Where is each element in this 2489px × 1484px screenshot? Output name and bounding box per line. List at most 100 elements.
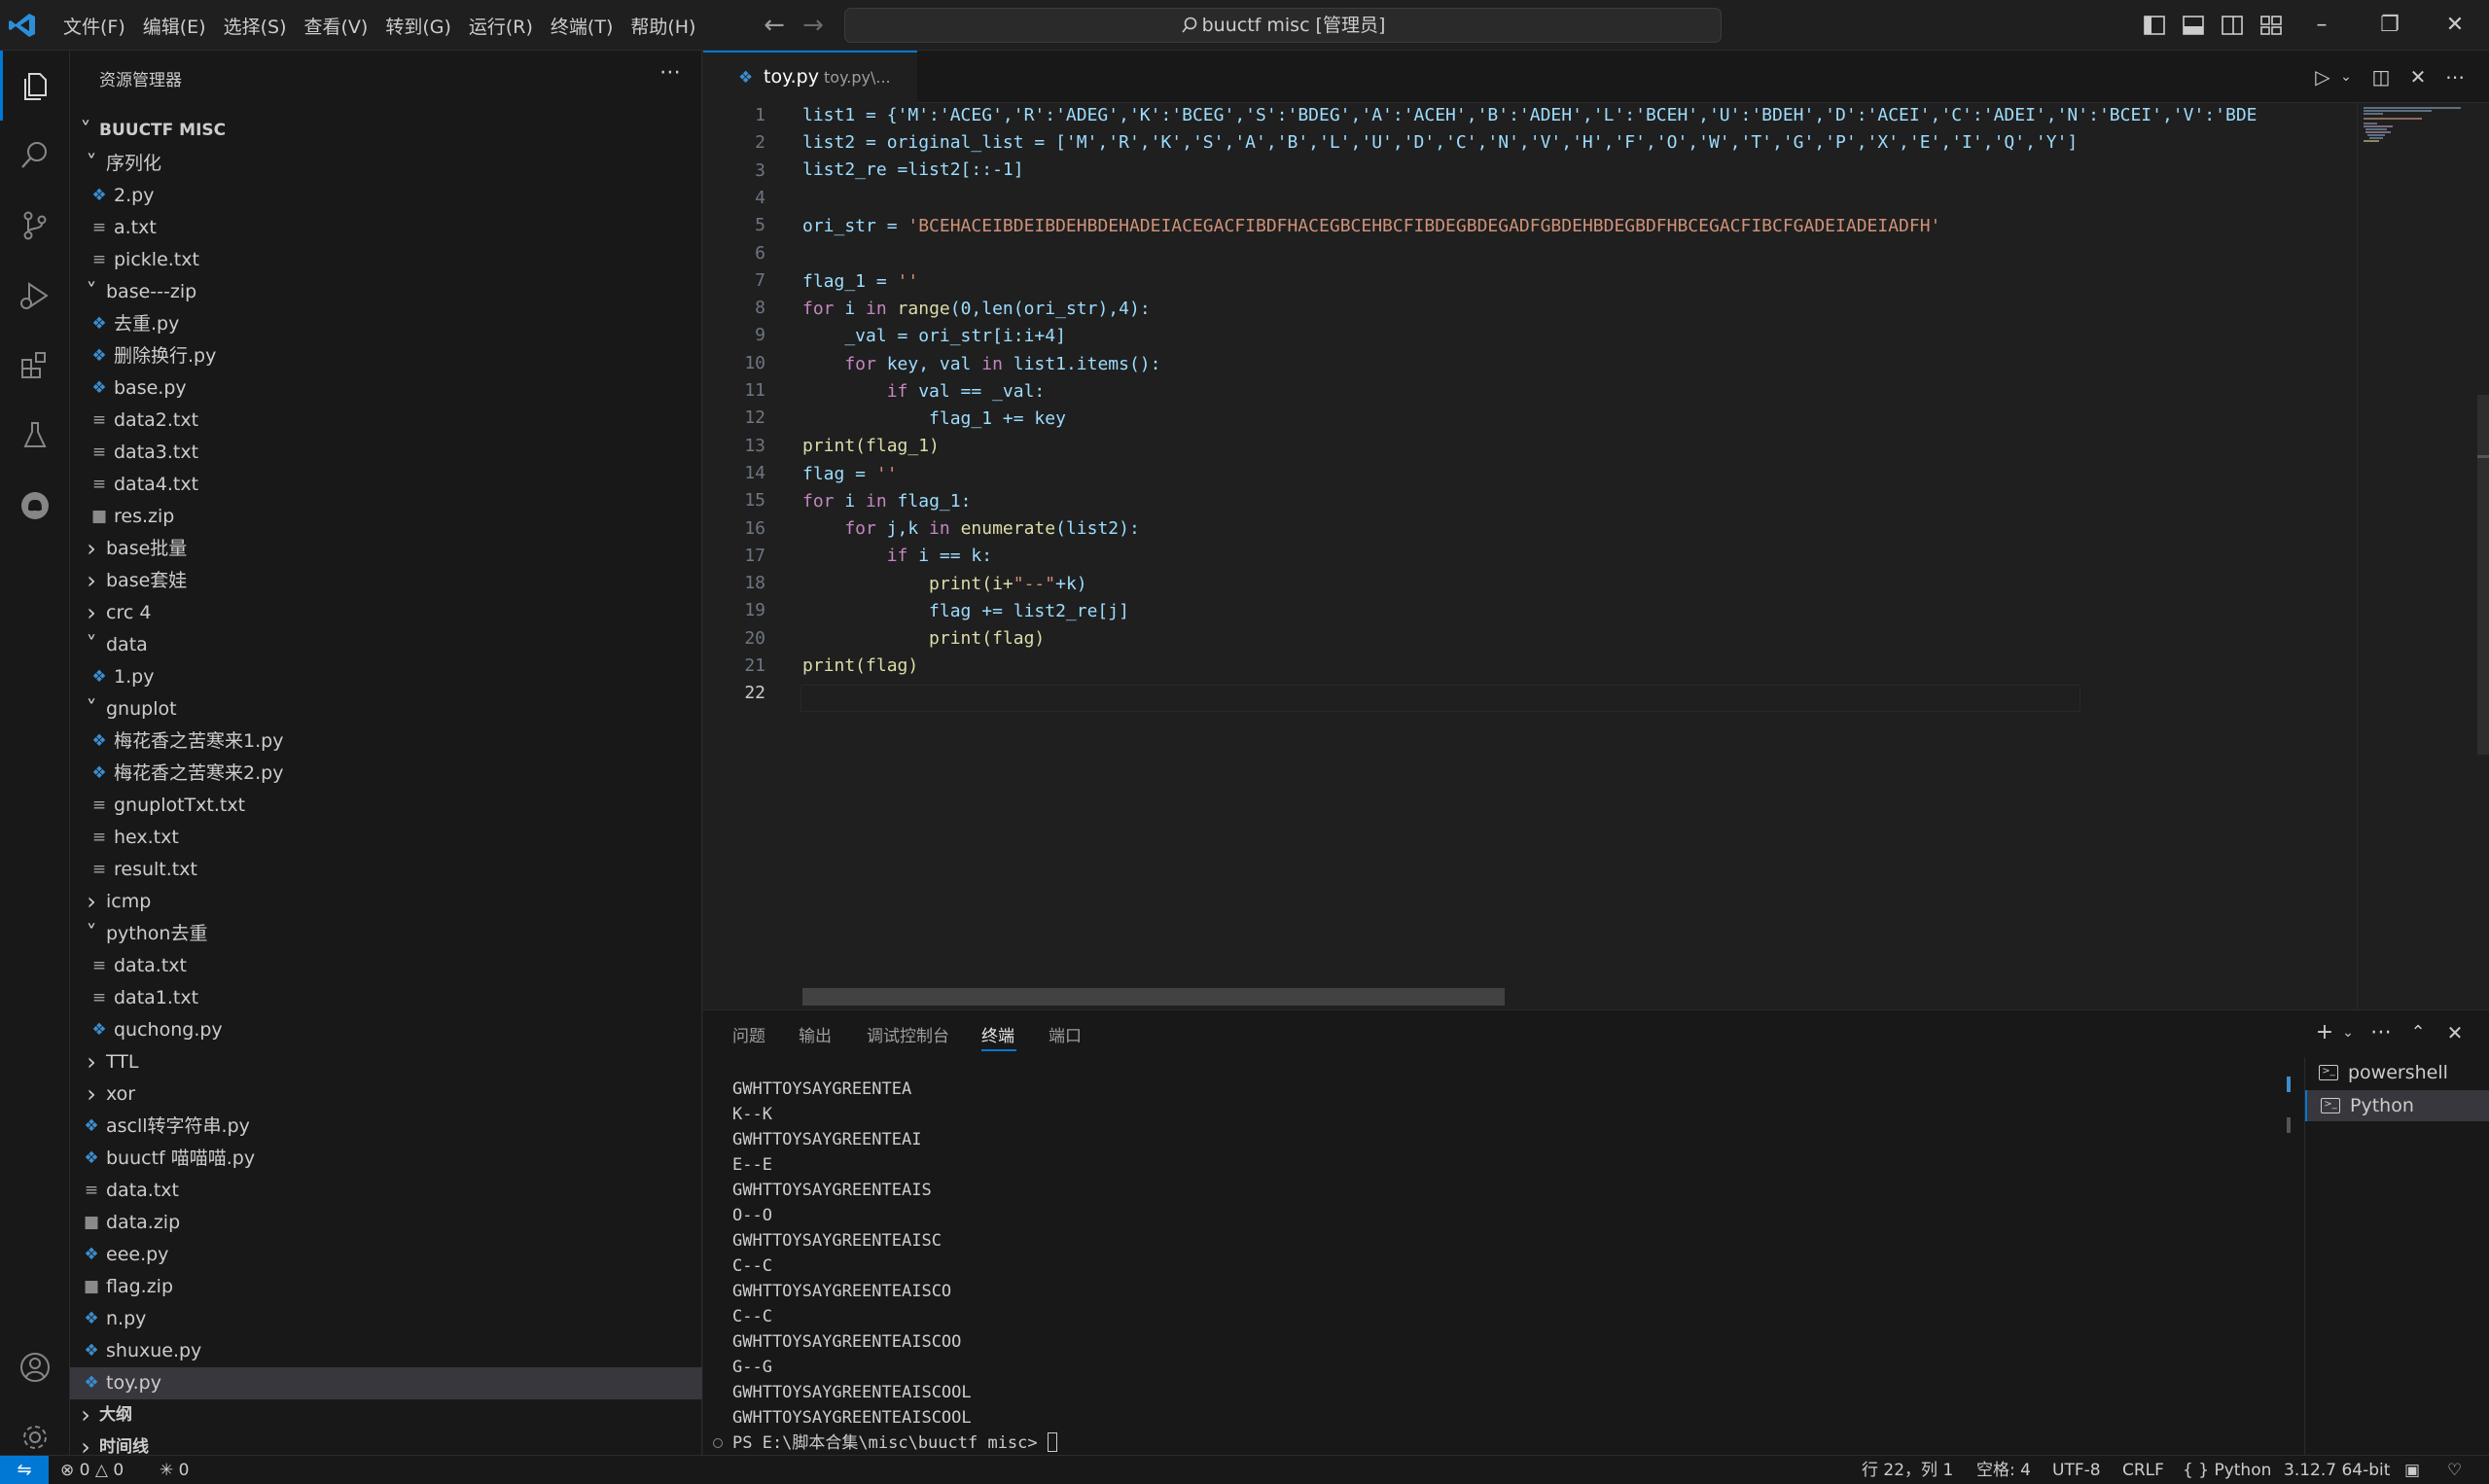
folder-xor[interactable]: › xor [70, 1078, 702, 1111]
toggle-panel-icon[interactable] [2181, 13, 2206, 38]
file-data3-txt[interactable]: ≡ data3.txt [70, 437, 702, 469]
editor-more-icon[interactable]: ⋯ [2440, 62, 2470, 91]
tab-problems[interactable]: 问题 [732, 1022, 765, 1046]
terminal-item-powershell[interactable]: >_ powershell [2305, 1057, 2489, 1088]
file-hex-txt[interactable]: ≡ hex.txt [70, 822, 702, 854]
tab-toy-py[interactable]: ❖ toy.py toy.py\... [703, 51, 917, 103]
toggle-primary-sidebar-icon[interactable] [2142, 13, 2167, 38]
close-panel-icon[interactable]: ✕ [2440, 1018, 2470, 1047]
horizontal-scrollbar[interactable] [802, 988, 1505, 1006]
close-window-icon[interactable]: ✕ [2421, 0, 2489, 51]
tab-output[interactable]: 输出 [799, 1022, 832, 1046]
maximize-panel-icon[interactable]: ⌃ [2403, 1018, 2433, 1047]
folder-ttl[interactable]: › TTL [70, 1046, 702, 1078]
file-pickle-txt[interactable]: ≡ pickle.txt [70, 244, 702, 276]
file-data-txt[interactable]: ≡ data.txt [70, 1175, 702, 1207]
menu-edit[interactable]: 编辑(E) [134, 13, 215, 39]
customize-layout-icon[interactable] [2258, 13, 2284, 38]
file-data-zip[interactable]: ■ data.zip [70, 1207, 702, 1239]
eol-status[interactable]: CRLF [2122, 1456, 2164, 1484]
folder-item-0[interactable]: ˅ 序列化 [70, 148, 702, 180]
remote-explorer-activity[interactable] [0, 471, 70, 541]
file-base-py[interactable]: ❖ base.py [70, 372, 702, 405]
file-a-txt[interactable]: ≡ a.txt [70, 212, 702, 244]
command-center-search[interactable]: buuctf misc [管理员] [844, 8, 1722, 43]
split-editor-icon[interactable]: ◫ [2366, 62, 2396, 91]
folder-data[interactable]: ˅ data [70, 629, 702, 661]
folder-icmp[interactable]: › icmp [70, 886, 702, 918]
file-py[interactable]: ❖ 删除换行.py [70, 340, 702, 372]
remote-indicator[interactable]: ⇋ [0, 1456, 49, 1484]
file-shuxue-py[interactable]: ❖ shuxue.py [70, 1335, 702, 1367]
notifications-bell-icon[interactable]: ♡ [2447, 1456, 2462, 1484]
file-1-py[interactable]: ❖ 1.py [70, 661, 702, 693]
file-toy-py[interactable]: ❖ toy.py [70, 1367, 702, 1399]
terminal-item-python[interactable]: >_ Python [2305, 1090, 2489, 1121]
file-n-py[interactable]: ❖ n.py [70, 1303, 702, 1335]
menu-run[interactable]: 运行(R) [460, 13, 542, 39]
file-2-py[interactable]: ❖ 梅花香之苦寒来2.py [70, 758, 702, 790]
testing-activity[interactable] [0, 401, 70, 471]
file-data1-txt[interactable]: ≡ data1.txt [70, 982, 702, 1014]
folder-base-zip[interactable]: ˅ base---zip [70, 276, 702, 308]
file-2-py[interactable]: ❖ 2.py [70, 180, 702, 212]
indentation-status[interactable]: 空格: 4 [1976, 1456, 2031, 1484]
run-debug-activity[interactable] [0, 261, 70, 331]
menu-file[interactable]: 文件(F) [54, 13, 134, 39]
more-actions-icon[interactable]: ⋯ [659, 60, 681, 85]
folder-crc-4[interactable]: › crc 4 [70, 597, 702, 629]
file-result-txt[interactable]: ≡ result.txt [70, 854, 702, 886]
explorer-activity[interactable] [0, 51, 70, 121]
minimize-icon[interactable]: – [2288, 0, 2356, 51]
folder-python[interactable]: ˅ python去重 [70, 918, 702, 950]
source-control-activity[interactable] [0, 191, 70, 261]
file-quchong-py[interactable]: ❖ quchong.py [70, 1014, 702, 1046]
vertical-scrollbar[interactable] [2473, 103, 2489, 1009]
panel-more-icon[interactable]: ⋯ [2366, 1018, 2396, 1047]
file-ascll-py[interactable]: ❖ ascll转字符串.py [70, 1111, 702, 1143]
toggle-secondary-sidebar-icon[interactable] [2220, 13, 2245, 38]
minimap[interactable] [2357, 103, 2473, 1009]
accounts-activity[interactable] [0, 1332, 70, 1402]
python-interpreter[interactable]: 3.12.7 64-bit [2284, 1456, 2390, 1484]
language-mode[interactable]: { } Python [2183, 1456, 2271, 1484]
tab-ports[interactable]: 端口 [1049, 1022, 1082, 1046]
menu-help[interactable]: 帮助(H) [622, 13, 704, 39]
file-buuctf-py[interactable]: ❖ buuctf 喵喵喵.py [70, 1143, 702, 1175]
folder-root-buuctf-misc[interactable]: ˅ BUUCTF MISC [70, 115, 702, 147]
file-data-txt[interactable]: ≡ data.txt [70, 950, 702, 982]
file-1-py[interactable]: ❖ 梅花香之苦寒来1.py [70, 725, 702, 758]
file-flag-zip[interactable]: ■ flag.zip [70, 1271, 702, 1303]
problems-status[interactable]: ⊗ 0 △ 0 [60, 1456, 124, 1484]
folder-gnuplot[interactable]: ˅ gnuplot [70, 693, 702, 725]
vertical-scroll-thumb[interactable] [2477, 395, 2489, 755]
encoding-status[interactable]: UTF-8 [2052, 1456, 2101, 1484]
tab-debug-console[interactable]: 调试控制台 [867, 1022, 949, 1046]
chevron-down-icon[interactable]: ⌄ [2333, 1018, 2363, 1047]
restore-icon[interactable]: ❐ [2356, 0, 2424, 51]
menu-go[interactable]: 转到(G) [376, 13, 460, 39]
outline-section[interactable]: › 大纲 [70, 1399, 702, 1431]
file-eee-py[interactable]: ❖ eee.py [70, 1239, 702, 1271]
menu-terminal[interactable]: 终端(T) [542, 13, 622, 39]
menu-view[interactable]: 查看(V) [296, 13, 377, 39]
layout-icon[interactable]: ▣ [2404, 1456, 2420, 1484]
code-editor[interactable]: 1 2 3 4 5 6 7 8 9 10 11 12 13 14 15 16 17 18 19 20 21 22 list… [703, 103, 2489, 1009]
ports-status[interactable]: ✳ 0 [160, 1456, 189, 1484]
file-py[interactable]: ❖ 去重.py [70, 308, 702, 340]
folder-base[interactable]: › base套娃 [70, 565, 702, 597]
file-res-zip[interactable]: ■ res.zip [70, 501, 702, 533]
menu-selection[interactable]: 选择(S) [215, 13, 296, 39]
forward-arrow-icon[interactable]: → [798, 10, 829, 41]
close-tab-icon[interactable]: ✕ [2403, 62, 2433, 91]
file-data4-txt[interactable]: ≡ data4.txt [70, 469, 702, 501]
extensions-activity[interactable] [0, 331, 70, 401]
file-data2-txt[interactable]: ≡ data2.txt [70, 405, 702, 437]
back-arrow-icon[interactable]: ← [759, 10, 790, 41]
cursor-position[interactable]: 行 22，列 1 [1862, 1456, 1953, 1484]
terminal-output[interactable]: GWHTTOYSAYGREENTEA K--K GWHTTOYSAYGREENTEA… [713, 1077, 2289, 1456]
chevron-down-icon[interactable]: ⌄ [2331, 62, 2361, 91]
folder-base[interactable]: › base批量 [70, 533, 702, 565]
search-activity[interactable] [0, 121, 70, 191]
tab-terminal[interactable]: 终端 [981, 1022, 1014, 1046]
